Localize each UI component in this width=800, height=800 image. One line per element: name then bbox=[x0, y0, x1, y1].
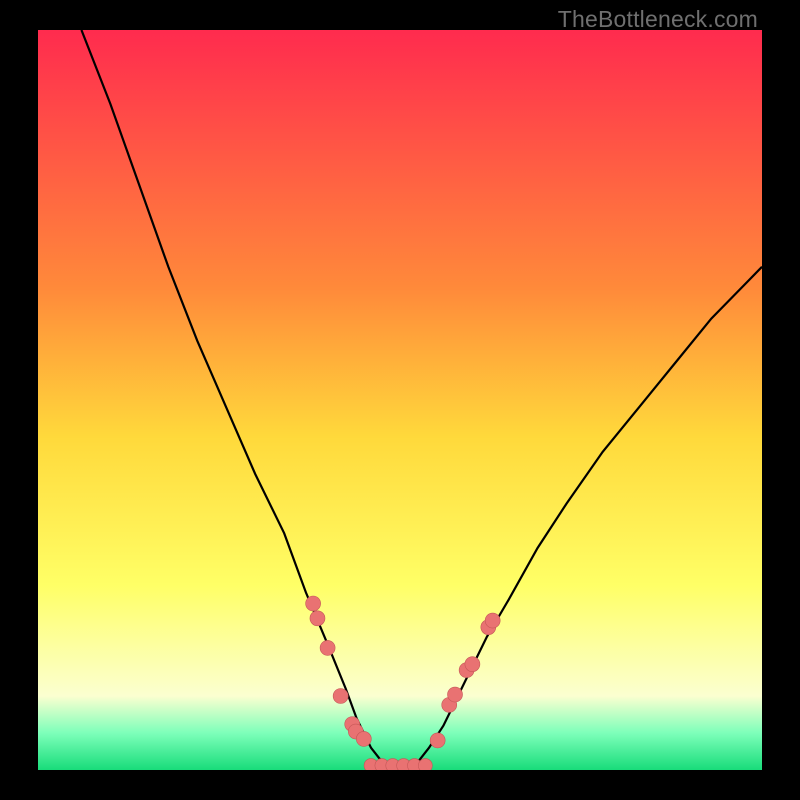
marker-dot bbox=[485, 613, 500, 628]
marker-dot bbox=[333, 689, 348, 704]
watermark-text: TheBottleneck.com bbox=[558, 6, 758, 33]
plot-area bbox=[38, 30, 762, 770]
marker-dot bbox=[430, 733, 445, 748]
chart-stage: TheBottleneck.com bbox=[0, 0, 800, 800]
bottleneck-curve bbox=[81, 30, 762, 766]
marker-dot bbox=[465, 657, 480, 672]
marker-dot bbox=[418, 759, 432, 770]
marker-dot bbox=[306, 596, 321, 611]
markers-bottom bbox=[364, 759, 432, 770]
chart-svg bbox=[38, 30, 762, 770]
marker-dot bbox=[356, 731, 371, 746]
marker-dot bbox=[448, 687, 463, 702]
marker-dot bbox=[320, 640, 335, 655]
marker-dot bbox=[310, 611, 325, 626]
